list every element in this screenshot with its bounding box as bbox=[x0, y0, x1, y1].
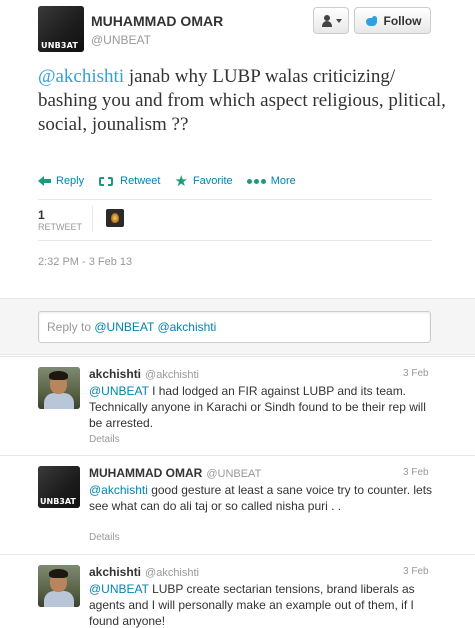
reply-author[interactable]: MUHAMMAD OMAR @UNBEAT bbox=[89, 466, 261, 480]
retweet-count-label: RETWEET bbox=[38, 222, 82, 232]
favorite-action[interactable]: ★ Favorite bbox=[174, 172, 233, 190]
user-actions-button[interactable] bbox=[313, 7, 349, 34]
divider bbox=[38, 240, 432, 241]
reply-handle: @akchishti bbox=[145, 369, 199, 381]
caret-down-icon bbox=[335, 18, 342, 23]
reply-avatar[interactable] bbox=[38, 367, 80, 409]
more-action[interactable]: More bbox=[246, 175, 296, 187]
retweet-action[interactable]: Retweet bbox=[98, 175, 160, 187]
retweet-label: Retweet bbox=[120, 175, 161, 187]
reply-author[interactable]: akchishti @akchishti bbox=[89, 565, 199, 579]
more-label: More bbox=[270, 175, 296, 187]
retweet-count[interactable]: 1 bbox=[38, 208, 45, 222]
twitter-bird-icon bbox=[364, 15, 379, 27]
reply-text: @akchishti good gesture at least a sane … bbox=[89, 483, 433, 513]
reply-tweet[interactable]: akchishti @akchishti 3 Feb @UNBEAT I had … bbox=[0, 356, 475, 454]
divider bbox=[38, 199, 432, 200]
more-dots-icon bbox=[246, 178, 266, 184]
follow-button[interactable]: Follow bbox=[354, 7, 431, 34]
author-name[interactable]: MUHAMMAD OMAR bbox=[91, 13, 223, 29]
reply-text: @UNBEAT I had lodged an FIR against LUBP… bbox=[89, 384, 426, 430]
retweeter-avatar[interactable] bbox=[106, 209, 124, 227]
reply-details-link[interactable]: Details bbox=[89, 532, 120, 543]
person-icon bbox=[321, 14, 333, 27]
reply-handle: @akchishti bbox=[145, 567, 199, 579]
tweet-actions: Reply Retweet ★ Favorite More bbox=[38, 172, 296, 190]
reply-time[interactable]: 3 Feb bbox=[403, 368, 429, 379]
reply-placeholder: Reply to @UNBEAT @akchishti bbox=[47, 320, 217, 334]
avatar-logo-text: UNB3AT bbox=[41, 41, 79, 50]
tweet-text: @akchishti janab why LUBP walas criticiz… bbox=[38, 65, 448, 137]
reply-label: Reply bbox=[56, 175, 85, 187]
reply-tweet[interactable]: akchishti @akchishti 3 Feb @UNBEAT LUBP c… bbox=[0, 554, 475, 628]
reply-area: Reply to @UNBEAT @akchishti bbox=[0, 298, 475, 355]
avatar-logo-text: UNB3AT bbox=[40, 497, 76, 506]
tweet-detail: UNB3AT MUHAMMAD OMAR @UNBEAT Follow @akc… bbox=[0, 0, 475, 298]
tweet-timestamp[interactable]: 2:32 PM - 3 Feb 13 bbox=[38, 256, 132, 268]
tweet-mention-link[interactable]: @akchishti bbox=[38, 66, 124, 87]
follow-label: Follow bbox=[383, 13, 422, 28]
reply-handle: @UNBEAT bbox=[206, 468, 262, 480]
reply-avatar[interactable] bbox=[38, 565, 80, 607]
author-handle[interactable]: @UNBEAT bbox=[91, 33, 151, 47]
favorite-label: Favorite bbox=[192, 175, 233, 187]
reply-text: @UNBEAT LUBP create sectarian tensions, … bbox=[89, 582, 415, 628]
reply-icon bbox=[38, 176, 51, 186]
retweet-icon bbox=[98, 175, 115, 187]
reply-details-link[interactable]: Details bbox=[89, 434, 120, 445]
reply-time[interactable]: 3 Feb bbox=[403, 566, 429, 577]
reply-author[interactable]: akchishti @akchishti bbox=[89, 367, 199, 381]
reply-mention-link[interactable]: @UNBEAT bbox=[89, 384, 149, 398]
star-icon: ★ bbox=[174, 172, 188, 190]
reply-action[interactable]: Reply bbox=[38, 175, 84, 187]
reply-avatar[interactable]: UNB3AT bbox=[38, 466, 80, 508]
reply-mention-link[interactable]: @UNBEAT bbox=[89, 582, 149, 596]
author-avatar[interactable]: UNB3AT bbox=[38, 6, 84, 52]
stats-separator bbox=[92, 206, 93, 232]
candle-flame-icon bbox=[111, 213, 119, 223]
reply-input[interactable]: Reply to @UNBEAT @akchishti bbox=[38, 311, 431, 343]
reply-mention-link[interactable]: @akchishti bbox=[89, 483, 148, 497]
reply-tweet[interactable]: UNB3AT MUHAMMAD OMAR @UNBEAT 3 Feb @akchi… bbox=[0, 455, 475, 553]
reply-time[interactable]: 3 Feb bbox=[403, 467, 429, 478]
